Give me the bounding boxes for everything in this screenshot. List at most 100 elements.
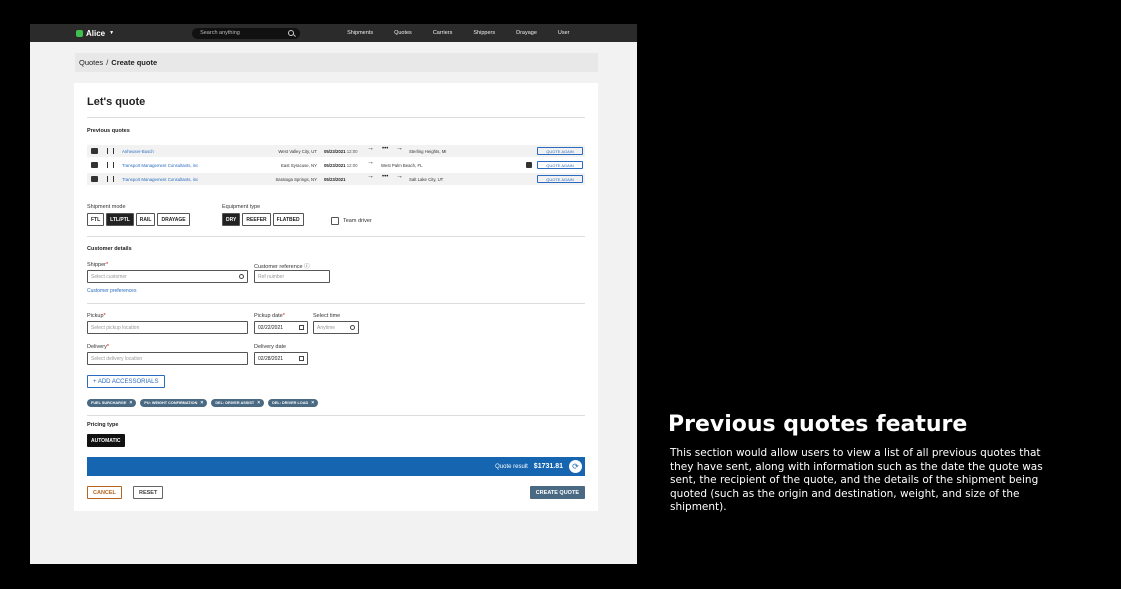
accessorial-tag: FUEL SURCHARGE × [87,399,137,407]
equipment-reefer[interactable]: REEFER [242,213,271,226]
shipper-placeholder: Select customer [91,273,127,280]
pickup-label-text: Pickup [87,313,104,319]
arrow-right-icon: → [367,145,374,152]
quote-destination: Salt Lake City, UT [409,176,444,182]
quote-result-amount: $1731.81 [533,463,563,470]
quote-again-button[interactable]: QUOTE AGAIN [537,175,583,183]
pickup-date-field[interactable]: 02/22/2021 [254,321,308,334]
search-input[interactable]: Search anything [192,27,301,39]
app-switcher[interactable]: Alice ▼ [76,29,114,38]
feature-title: Previous quotes feature [668,412,968,437]
pickup-placeholder: Select pickup location [91,324,140,331]
dry-icon [107,176,114,182]
equipment-flatbed[interactable]: FLATBED [272,213,304,226]
accessorial-tag: DEL: DRIVER LOAD × [268,399,319,407]
truck-icon [91,176,98,182]
search-icon [239,274,244,279]
reset-button[interactable]: RESET [133,486,164,499]
mode-ftl[interactable]: FTL [87,213,105,226]
quote-customer-link[interactable]: Transport Management Consultants, inc [122,177,198,182]
previous-quotes-heading: Previous quotes [87,128,130,134]
refresh-icon[interactable]: ⟳ [569,460,582,473]
close-icon[interactable]: × [311,400,314,406]
clock-icon [350,325,355,330]
quote-date: 05/23/2021 12:00 [324,163,357,168]
mode-rail[interactable]: RAIL [135,213,156,226]
close-icon[interactable]: × [200,400,203,406]
mode-ltl-ptl[interactable]: LTL/PTL [106,213,134,226]
previous-quote-row: Transport Management Consultants, inc Sa… [87,173,585,185]
pickup-date-label: Pickup date* [254,313,285,319]
quote-again-button[interactable]: QUOTE AGAIN [537,161,583,169]
delivery-label-text: Delivery [87,344,107,350]
customer-reference-placeholder: Ref number [258,273,285,280]
quote-form-card: Let's quote Previous quotes Anheuser-Bus… [74,83,598,511]
shipper-field[interactable]: Select customer [87,270,248,283]
quote-time: 12:00 [346,162,358,168]
chevron-down-icon: ▼ [109,30,115,36]
team-driver-checkbox[interactable] [331,217,339,225]
create-quote-button[interactable]: CREATE QUOTE [529,486,585,499]
divider [87,415,585,416]
nav-shippers[interactable]: Shippers [473,30,495,36]
calendar-icon [299,325,304,330]
customer-preferences-link[interactable]: Customer preferences [87,288,136,294]
truck-icon [91,162,98,168]
quote-result-label: Quote result [495,463,528,470]
previous-quote-row: Transport Management Consultants, inc Ea… [87,159,585,171]
shipper-label: Shipper* [87,262,108,268]
nav-shipments[interactable]: Shipments [347,30,373,36]
shipment-mode-label: Shipment mode [87,204,126,210]
dry-icon [107,148,114,154]
nav-drayage[interactable]: Drayage [516,30,537,36]
page-title: Let's quote [87,96,146,108]
alice-logo-icon [76,29,83,37]
customer-reference-field[interactable]: Ref number [254,270,330,283]
pricing-automatic-button[interactable]: AUTOMATIC [87,434,125,447]
main-nav: Shipments Quotes Carriers Shippers Draya… [347,30,590,36]
delivery-label: Delivery* [87,344,109,350]
quote-destination: Sterling Heights, MI [409,148,447,154]
cancel-button[interactable]: CANCEL [87,486,122,499]
required-mark: * [105,262,109,268]
breadcrumb-separator: / [106,58,109,67]
equipment-type-label: Equipment type [222,204,261,210]
top-navbar: Alice ▼ Search anything Shipments Quotes… [30,24,637,42]
quote-origin: East Syracuse, NY [280,162,317,168]
close-icon[interactable]: × [257,400,260,406]
tag-label: DEL: DRIVER ASSIST [215,401,255,405]
mode-drayage[interactable]: DRAYAGE [157,213,190,226]
divider [87,117,585,118]
arrow-right-icon: → [367,173,374,180]
divider [87,236,585,237]
shipper-label-text: Shipper [87,262,106,268]
customer-details-heading: Customer details [87,246,132,252]
quote-date-value: 05/23/2021 [324,162,346,168]
required-mark: * [103,313,106,319]
quote-date-value: 05/23/2021 [324,148,346,154]
pickup-time-field[interactable]: Anytime [313,321,359,334]
pickup-location-field[interactable]: Select pickup location [87,321,248,334]
add-accessorials-button[interactable]: + ADD ACCESSORIALS [87,375,165,388]
customer-reference-label: Customer reference ⓘ [254,262,310,270]
dry-icon [107,162,114,168]
breadcrumb: Quotes / Create quote [75,53,598,72]
quote-customer-link[interactable]: Anheuser-Busch [122,149,154,154]
quote-customer-link[interactable]: Transport Management Consultants, inc [122,163,198,168]
accessorial-tags: FUEL SURCHARGE × PU: WEIGHT CONFIRMATION ×… [87,399,319,407]
equipment-type-group: DRY REEFER FLATBED [222,213,304,226]
search-icon[interactable] [288,30,295,36]
breadcrumb-quotes[interactable]: Quotes [79,58,103,67]
previous-quote-row: Anheuser-Busch West Valley City, UT 05/2… [87,145,585,157]
app-name: Alice [86,28,106,38]
nav-user[interactable]: User [558,30,570,36]
delivery-date-field[interactable]: 02/28/2021 [254,352,308,365]
close-icon[interactable]: × [129,400,132,406]
delivery-location-field[interactable]: Select delivery location [87,352,248,365]
stops-indicator: ••• [382,174,389,180]
nav-quotes[interactable]: Quotes [394,30,412,36]
quote-again-button[interactable]: QUOTE AGAIN [537,147,583,155]
nav-carriers[interactable]: Carriers [433,30,453,36]
equipment-dry[interactable]: DRY [222,213,241,226]
quote-destination: West Palm Beach, FL [381,162,423,168]
